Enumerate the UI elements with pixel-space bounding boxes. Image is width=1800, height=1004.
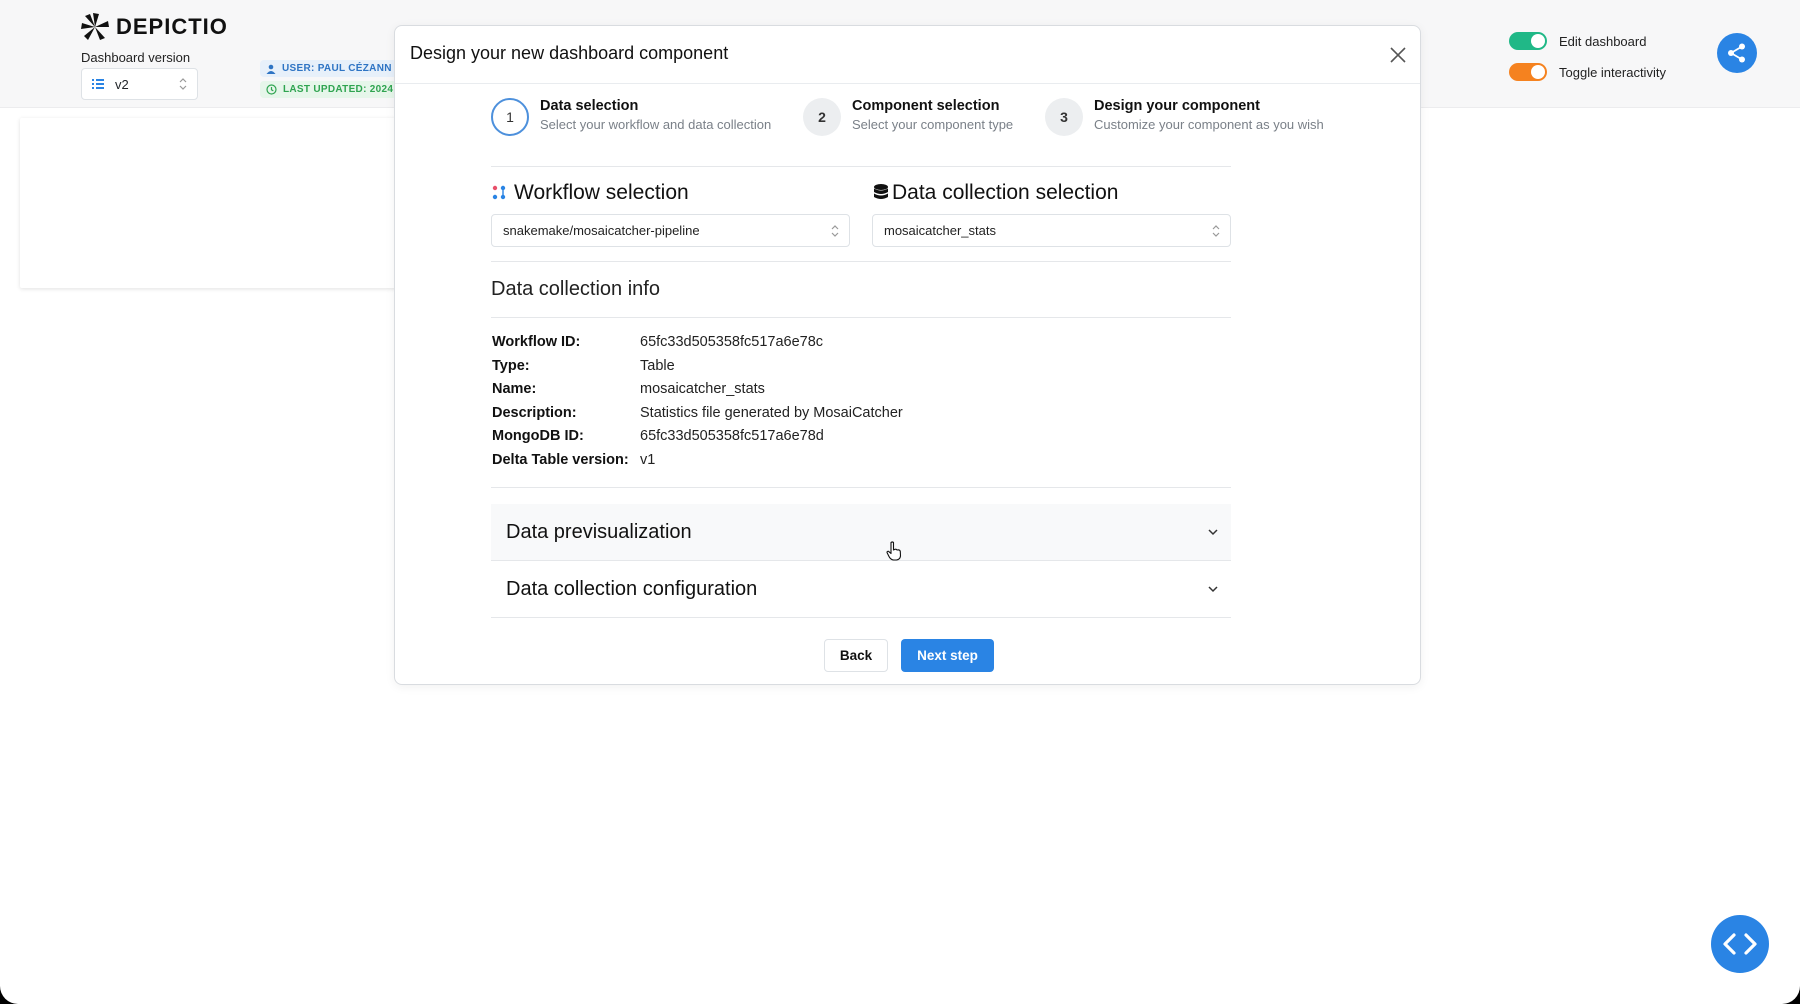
workflow-select-value: snakemake/mosaicatcher-pipeline bbox=[503, 223, 700, 238]
data-collection-selection-label: Data collection selection bbox=[892, 181, 1119, 204]
dashboard-version-select[interactable]: v2 bbox=[81, 68, 198, 100]
info-value: mosaicatcher_stats bbox=[640, 381, 765, 397]
code-icon bbox=[1723, 933, 1757, 955]
dashboard-version-label: Dashboard version bbox=[81, 50, 191, 65]
dashboard-switches: Edit dashboard Toggle interactivity bbox=[1509, 30, 1666, 92]
step-component-selection[interactable]: 2 Component selection Select your compon… bbox=[803, 98, 1013, 136]
modal-header: Design your new dashboard component bbox=[395, 26, 1420, 84]
step-description: Customize your component as you wish bbox=[1094, 117, 1324, 132]
divider bbox=[491, 166, 1231, 167]
logo-text: DEPICTIO bbox=[116, 14, 228, 39]
info-value: Statistics file generated by MosaiCatche… bbox=[640, 404, 903, 421]
edit-dashboard-switch[interactable] bbox=[1509, 32, 1547, 50]
info-row-workflow-id: Workflow ID: 65fc33d505358fc517a6e78c bbox=[492, 334, 903, 358]
info-value: Table bbox=[640, 357, 675, 374]
step-description: Select your component type bbox=[852, 117, 1014, 132]
data-collection-configuration-accordion[interactable]: Data collection configuration bbox=[491, 561, 1231, 618]
data-collection-info-table: Workflow ID: 65fc33d505358fc517a6e78c Ty… bbox=[492, 334, 903, 475]
design-component-modal: Design your new dashboard component 1 Da… bbox=[394, 25, 1421, 685]
edit-dashboard-label: Edit dashboard bbox=[1559, 33, 1647, 49]
divider bbox=[491, 261, 1231, 262]
last-updated-badge: LAST UPDATED: 2024 bbox=[260, 81, 397, 98]
close-icon[interactable] bbox=[1388, 45, 1408, 65]
back-button[interactable]: Back bbox=[824, 639, 888, 672]
share-icon bbox=[1728, 43, 1745, 63]
user-badge-text: USER: PAUL CÉZANN bbox=[282, 63, 392, 74]
toggle-interactivity-label: Toggle interactivity bbox=[1559, 64, 1666, 80]
chevron-updown-icon bbox=[179, 78, 187, 90]
info-key: Type: bbox=[492, 357, 530, 374]
accordion-label: Data previsualization bbox=[506, 520, 692, 543]
workflow-icon bbox=[492, 185, 506, 200]
chevron-down-icon bbox=[1208, 529, 1218, 536]
screen: DEPICTIO Dashboard version v2 USER: PAUL… bbox=[0, 0, 1800, 1004]
info-row-delta-table-version: Delta Table version: v1 bbox=[492, 452, 903, 476]
next-step-button[interactable]: Next step bbox=[901, 639, 994, 672]
chevron-updown-icon bbox=[831, 225, 839, 237]
info-value: v1 bbox=[640, 451, 656, 468]
hand-cursor-icon bbox=[886, 541, 902, 561]
code-button[interactable] bbox=[1711, 915, 1769, 973]
step-number: 1 bbox=[491, 98, 529, 136]
workflow-selection-label: Workflow selection bbox=[514, 181, 689, 204]
info-key: MongoDB ID: bbox=[492, 428, 584, 444]
step-title: Component selection bbox=[852, 98, 1000, 114]
step-design-component[interactable]: 3 Design your component Customize your c… bbox=[1045, 98, 1324, 136]
info-value: 65fc33d505358fc517a6e78d bbox=[640, 428, 824, 444]
workflow-selection-title: Workflow selection bbox=[491, 181, 689, 205]
switch-knob bbox=[1531, 65, 1545, 79]
dashboard-card bbox=[20, 118, 400, 288]
info-key: Workflow ID: bbox=[492, 334, 581, 350]
depictio-logo[interactable]: DEPICTIO bbox=[80, 12, 228, 42]
accordion-label: Data collection configuration bbox=[506, 577, 758, 600]
workflow-select[interactable]: snakemake/mosaicatcher-pipeline bbox=[491, 214, 850, 247]
divider bbox=[491, 317, 1231, 318]
chevron-down-icon bbox=[1208, 586, 1218, 593]
last-updated-text: LAST UPDATED: 2024 bbox=[283, 84, 394, 95]
clock-icon bbox=[266, 84, 277, 95]
share-button[interactable] bbox=[1717, 33, 1757, 73]
info-row-type: Type: Table bbox=[492, 358, 903, 382]
step-number: 3 bbox=[1045, 98, 1083, 136]
toggle-interactivity-switch[interactable] bbox=[1509, 63, 1547, 81]
edit-dashboard-toggle[interactable]: Edit dashboard bbox=[1509, 30, 1666, 52]
chevron-updown-icon bbox=[1212, 225, 1220, 237]
step-data-selection[interactable]: 1 Data selection Select your workflow an… bbox=[491, 98, 771, 136]
user-icon bbox=[266, 64, 276, 74]
depictio-logo-icon bbox=[81, 13, 109, 40]
user-badge: USER: PAUL CÉZANN bbox=[260, 60, 397, 77]
step-description: Select your workflow and data collection bbox=[540, 117, 772, 132]
modal-title: Design your new dashboard component bbox=[410, 43, 729, 63]
dashboard-version-value: v2 bbox=[115, 76, 129, 92]
data-previsualization-accordion[interactable]: Data previsualization bbox=[491, 504, 1231, 561]
info-row-mongodb-id: MongoDB ID: 65fc33d505358fc517a6e78d bbox=[492, 428, 903, 452]
data-collection-selection-title: Data collection selection bbox=[872, 181, 1118, 205]
info-row-name: Name: mosaicatcher_stats bbox=[492, 381, 903, 405]
info-value: 65fc33d505358fc517a6e78c bbox=[640, 334, 824, 350]
database-icon bbox=[874, 184, 888, 199]
step-title: Data selection bbox=[540, 98, 639, 114]
switch-knob bbox=[1531, 34, 1545, 48]
info-key: Name: bbox=[492, 381, 537, 397]
info-key: Delta Table version: bbox=[492, 451, 629, 468]
data-collection-select-value: mosaicatcher_stats bbox=[884, 223, 996, 238]
data-collection-info-title: Data collection info bbox=[491, 278, 660, 300]
step-title: Design your component bbox=[1094, 98, 1260, 114]
info-key: Description: bbox=[492, 404, 577, 421]
toggle-interactivity-toggle[interactable]: Toggle interactivity bbox=[1509, 61, 1666, 83]
list-icon bbox=[92, 79, 104, 89]
data-collection-select[interactable]: mosaicatcher_stats bbox=[872, 214, 1231, 247]
info-row-description: Description: Statistics file generated b… bbox=[492, 405, 903, 429]
divider bbox=[491, 487, 1231, 488]
step-number: 2 bbox=[803, 98, 841, 136]
